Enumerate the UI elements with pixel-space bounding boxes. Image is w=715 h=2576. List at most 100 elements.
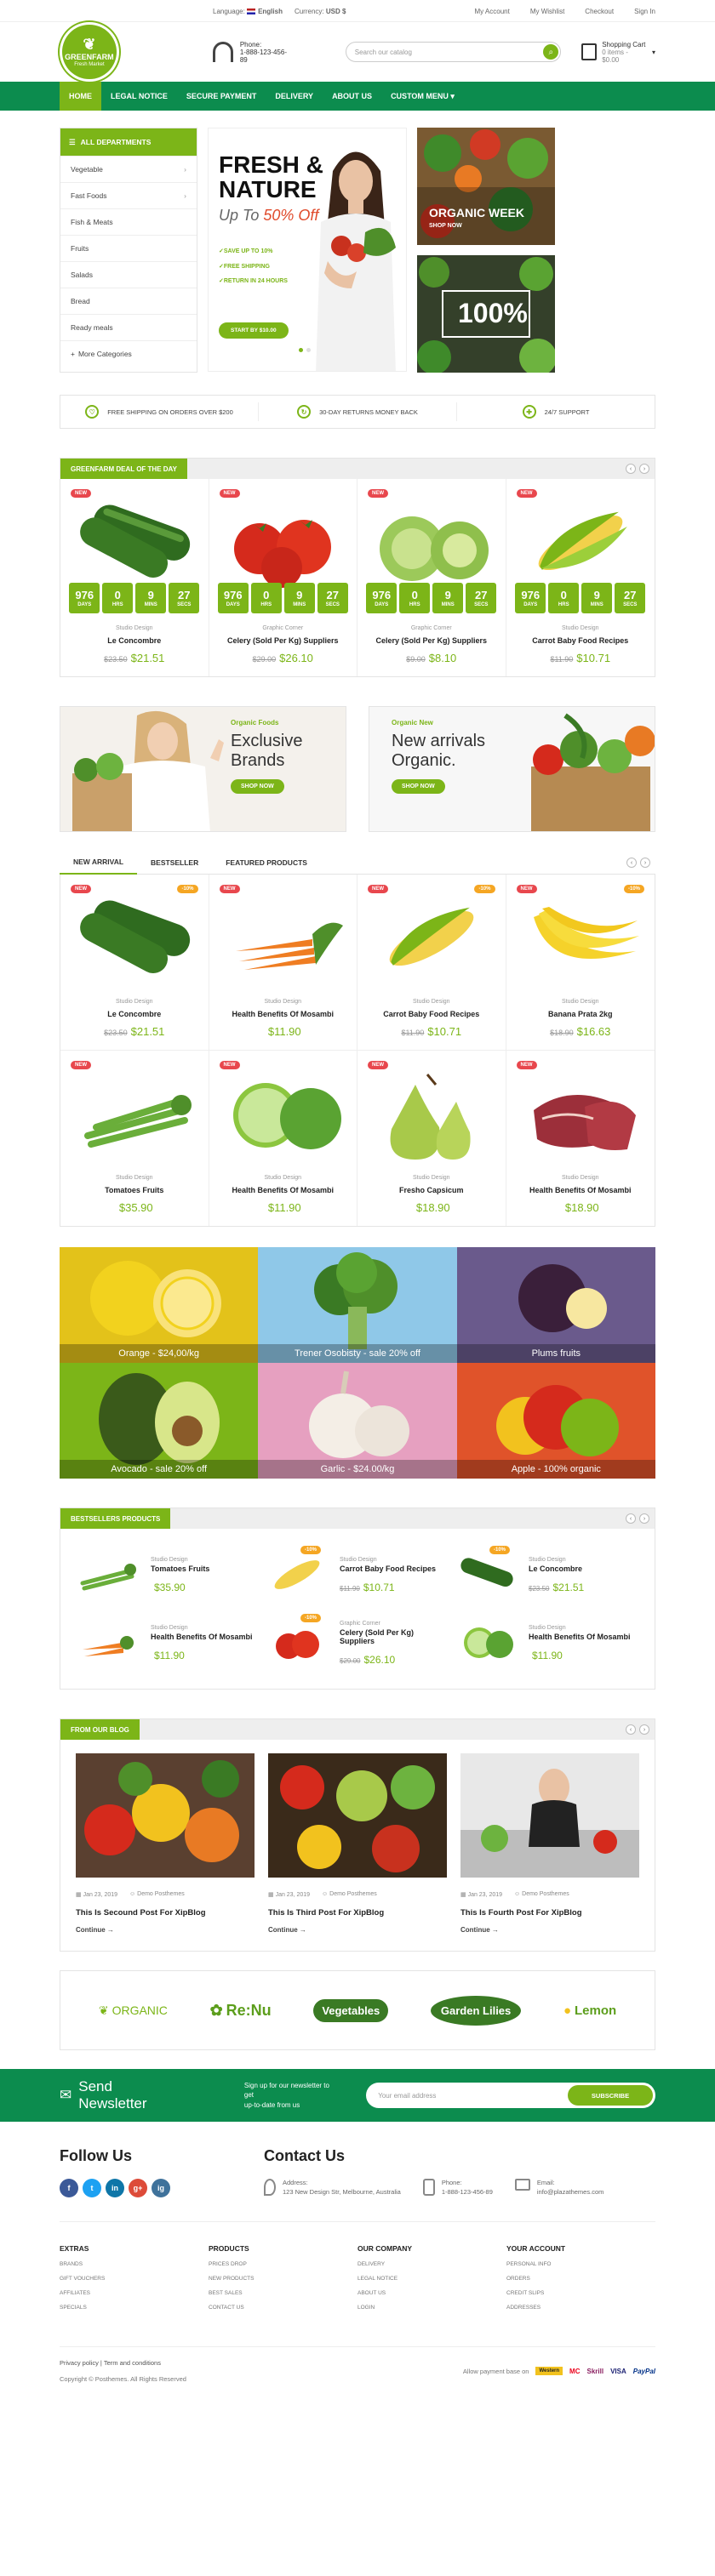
subscribe-button[interactable]: SUBSCRIBE (568, 2085, 653, 2106)
nav-delivery[interactable]: DELIVERY (266, 82, 323, 111)
department-item[interactable]: Ready meals (60, 314, 197, 340)
next-arrow-icon[interactable]: › (639, 464, 649, 474)
bestseller-item[interactable]: -10% Studio Design Le Concombre $23.50 $21.… (452, 1541, 641, 1609)
newsletter-email-input[interactable]: Your email address SUBSCRIBE (366, 2083, 655, 2108)
footer-link[interactable]: SPECIALS (60, 2305, 209, 2311)
product-card[interactable]: NEW -10% Studio Design Banana Prata 2kg … (506, 875, 655, 1050)
product-card[interactable]: NEW Studio Design Health Benefits Of Mos… (209, 1051, 358, 1226)
post-title[interactable]: This Is Fourth Post For XipBlog (460, 1908, 639, 1918)
slider-dots[interactable] (299, 348, 311, 352)
product-name[interactable]: Carrot Baby Food Recipes (513, 636, 649, 645)
footer-link[interactable]: PRICES DROP (209, 2261, 358, 2267)
slider-dot[interactable] (299, 348, 303, 352)
department-item[interactable]: Vegetable › (60, 156, 197, 182)
search-icon[interactable]: ⌕ (543, 44, 559, 60)
product-name[interactable]: Health Benefits Of Mosambi (151, 1633, 253, 1641)
continue-link[interactable]: Continue → (268, 1926, 447, 1934)
product-name[interactable]: Tomatoes Fruits (67, 1186, 202, 1194)
product-card[interactable]: NEW Studio Design Tomatoes Fruits $35.90 (60, 1051, 209, 1226)
sign-in-link[interactable]: Sign In (634, 8, 655, 15)
departments-header[interactable]: ☰ ALL DEPARTMENTS (60, 128, 197, 156)
tile-plums[interactable]: Plums fruits (456, 1247, 655, 1363)
post-title[interactable]: This Is Secound Post For XipBlog (76, 1908, 255, 1918)
facebook-icon[interactable]: f (60, 2179, 78, 2197)
banner-exclusive-brands[interactable]: Organic Foods Exclusive Brands SHOP NOW (60, 706, 346, 832)
prev-arrow-icon[interactable]: ‹ (626, 858, 637, 868)
hero-cta-button[interactable]: START BY $10.00 (219, 322, 289, 339)
product-name[interactable]: Health Benefits Of Mosambi (216, 1010, 351, 1018)
shop-now-button[interactable]: SHOP NOW (392, 779, 445, 794)
search-input[interactable]: Search our catalog ⌕ (345, 42, 562, 62)
shop-now-button[interactable]: SHOP NOW (231, 779, 284, 794)
product-name[interactable]: Le Concombre (67, 1010, 202, 1018)
product-name[interactable]: Carrot Baby Food Recipes (340, 1564, 436, 1573)
prev-arrow-icon[interactable]: ‹ (626, 1724, 636, 1735)
footer-link[interactable]: CREDIT SLIPS (506, 2290, 655, 2296)
blog-post[interactable]: ▦ Jan 23, 2019 ☺ Demo Posthemes This Is T… (268, 1753, 447, 1934)
department-item[interactable]: Salads (60, 261, 197, 288)
prev-arrow-icon[interactable]: ‹ (626, 1513, 636, 1524)
next-arrow-icon[interactable]: › (639, 1513, 649, 1524)
product-card[interactable]: NEW 976 DAYS 0 HRS 9 MINS 27 SECS Graphic Co… (209, 479, 358, 676)
brand-logo-lemon[interactable]: ● Lemon (563, 2003, 616, 2018)
language-selector[interactable]: Language: English (213, 8, 283, 15)
bestseller-item[interactable]: Studio Design Health Benefits Of Mosambi $… (74, 1609, 263, 1677)
continue-link[interactable]: Continue → (76, 1926, 255, 1934)
hero-slider[interactable]: FRESH & NATURE Up To 50% Off ✓SAVE UP TO … (208, 128, 407, 372)
product-name[interactable]: Tomatoes Fruits (151, 1564, 209, 1573)
footer-link[interactable]: DELIVERY (358, 2261, 506, 2267)
product-card[interactable]: NEW 976 DAYS 0 HRS 9 MINS 27 SECS Studio Des… (506, 479, 655, 676)
product-card[interactable]: NEW Studio Design Health Benefits Of Mos… (506, 1051, 655, 1226)
tile-avocado[interactable]: Avocado - sale 20% off (60, 1363, 259, 1479)
continue-link[interactable]: Continue → (460, 1926, 639, 1934)
brand-logo-garden-lilies[interactable]: Garden Lilies (430, 1995, 522, 2026)
tile-orange[interactable]: Orange - $24,00/kg (60, 1247, 259, 1363)
footer-link[interactable]: LOGIN (358, 2305, 506, 2311)
bestseller-item[interactable]: Studio Design Tomatoes Fruits $35.90 (74, 1541, 263, 1609)
product-name[interactable]: Le Concombre (529, 1564, 584, 1573)
bestseller-item[interactable]: Studio Design Health Benefits Of Mosambi $… (452, 1609, 641, 1677)
product-name[interactable]: Celery (Sold Per Kg) Suppliers (340, 1628, 442, 1645)
promo-organic-week[interactable]: ORGANIC WEEK SHOP NOW (417, 128, 555, 245)
product-name[interactable]: Health Benefits Of Mosambi (513, 1186, 649, 1194)
footer-link[interactable]: GIFT VOUCHERS (60, 2276, 209, 2282)
my-account-link[interactable]: My Account (474, 8, 509, 15)
instagram-icon[interactable]: ig (152, 2179, 170, 2197)
department-item[interactable]: Fish & Meats (60, 208, 197, 235)
blog-post[interactable]: ▦ Jan 23, 2019 ☺ Demo Posthemes This Is S… (76, 1753, 255, 1934)
tab-bestseller[interactable]: BESTSELLER (137, 851, 212, 875)
footer-link[interactable]: ORDERS (506, 2276, 655, 2282)
brand-logo-organic[interactable]: ❦ ORGANIC (99, 2003, 168, 2018)
banner-new-arrivals[interactable]: Organic New New arrivals Organic. SHOP N… (369, 706, 655, 832)
tile-apple[interactable]: Apple - 100% organic (456, 1363, 655, 1479)
site-logo[interactable]: ❦ GREENFARM Fresh Market (60, 22, 119, 82)
product-name[interactable]: Fresho Capsicum (364, 1186, 499, 1194)
product-name[interactable]: Banana Prata 2kg (513, 1010, 649, 1018)
tab-new-arrival[interactable]: NEW ARRIVAL (60, 851, 138, 875)
blog-post[interactable]: ▦ Jan 23, 2019 ☺ Demo Posthemes This Is F… (460, 1753, 639, 1934)
brand-logo-vegetables[interactable]: Vegetables (313, 1998, 389, 2022)
department-item[interactable]: Fruits (60, 235, 197, 261)
linkedin-icon[interactable]: in (106, 2179, 124, 2197)
google-plus-icon[interactable]: g+ (129, 2179, 147, 2197)
footer-link[interactable]: CONTACT US (209, 2305, 358, 2311)
product-card[interactable]: NEW Studio Design Fresho Capsicum $18.90 (358, 1051, 506, 1226)
product-name[interactable]: Celery (Sold Per Kg) Suppliers (364, 636, 499, 645)
product-name[interactable]: Carrot Baby Food Recipes (364, 1010, 499, 1018)
footer-link[interactable]: BEST SALES (209, 2290, 358, 2296)
next-arrow-icon[interactable]: › (640, 858, 650, 868)
footer-link[interactable]: ADDRESSES (506, 2305, 655, 2311)
next-arrow-icon[interactable]: › (639, 1724, 649, 1735)
more-categories[interactable]: + More Categories (60, 340, 197, 367)
nav-custom-menu[interactable]: CUSTOM MENU ▾ (381, 82, 464, 111)
product-card[interactable]: NEW 976 DAYS 0 HRS 9 MINS 27 SECS Studio Des… (60, 479, 209, 676)
nav-home[interactable]: HOME (60, 82, 101, 111)
post-title[interactable]: This Is Third Post For XipBlog (268, 1908, 447, 1918)
footer-link[interactable]: LEGAL NOTICE (358, 2276, 506, 2282)
tile-broccoli[interactable]: Trener Osobisty - sale 20% off (258, 1247, 457, 1363)
product-card[interactable]: NEW -10% Studio Design Le Concombre $23.… (60, 875, 209, 1050)
nav-secure-payment[interactable]: SECURE PAYMENT (177, 82, 266, 111)
nav-about-us[interactable]: ABOUT US (323, 82, 381, 111)
product-name[interactable]: Celery (Sold Per Kg) Suppliers (216, 636, 351, 645)
footer-link[interactable]: PERSONAL INFO (506, 2261, 655, 2267)
